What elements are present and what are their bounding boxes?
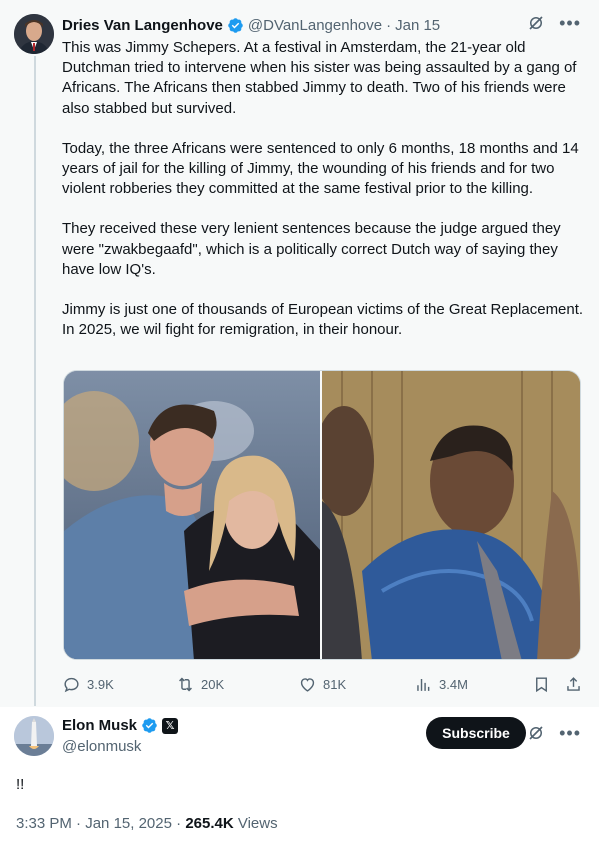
- tweet-footer: 3:33 PM · Jan 15, 2025 · 265.4K Views: [16, 815, 278, 832]
- reply-text: !!: [16, 776, 25, 793]
- reply-author-name[interactable]: Elon Musk: [62, 717, 137, 734]
- share-icon: [567, 676, 580, 691]
- views-count: 3.4M: [439, 676, 468, 692]
- author-handle[interactable]: @DVanLangenhove: [248, 17, 382, 34]
- media-photo-selfie[interactable]: [64, 371, 320, 659]
- thread-line: [34, 56, 36, 706]
- grok-icon[interactable]: [527, 724, 545, 742]
- tweet-paragraph: This was Jimmy Schepers. At a festival i…: [62, 39, 577, 117]
- tweet-paragraph: They received these very lenient sentenc…: [62, 220, 561, 278]
- bookmark-icon: [536, 676, 547, 692]
- dries-avatar[interactable]: [14, 14, 54, 54]
- repost-count: 20K: [201, 676, 225, 692]
- engagement-bar: 3.9K 20K 81K 3.4M: [62, 672, 584, 696]
- like-count: 81K: [323, 676, 347, 692]
- like-icon: [300, 677, 315, 692]
- quoted-tweet[interactable]: Dries Van Langenhove @DVanLangenhove · J…: [0, 0, 599, 707]
- reply-author-handle[interactable]: @elonmusk: [62, 738, 141, 755]
- share-button[interactable]: [564, 672, 583, 696]
- reply-count: 3.9K: [87, 676, 114, 692]
- x-affiliate-badge-icon: 𝕏: [162, 717, 179, 734]
- reply-top-actions: •••: [527, 724, 581, 742]
- tweet-media[interactable]: [63, 370, 581, 660]
- views-icon: [417, 678, 430, 691]
- elon-avatar[interactable]: [14, 716, 54, 756]
- grok-icon[interactable]: [527, 14, 545, 32]
- views-button[interactable]: 3.4M: [414, 672, 468, 696]
- bookmark-button[interactable]: [532, 672, 551, 696]
- author-name[interactable]: Dries Van Langenhove: [62, 17, 223, 34]
- repost-button[interactable]: 20K: [176, 672, 224, 696]
- more-icon[interactable]: •••: [559, 14, 581, 32]
- reply-author-header: Elon Musk 𝕏: [62, 717, 179, 734]
- repost-icon: [179, 677, 192, 691]
- like-button[interactable]: 81K: [298, 672, 346, 696]
- subscribe-button[interactable]: Subscribe: [426, 717, 526, 749]
- reply-icon: [64, 677, 79, 692]
- separator: ·: [171, 815, 186, 832]
- views-label: Views: [233, 815, 278, 832]
- tweet-paragraph: Today, the three Africans were sentenced…: [62, 139, 579, 198]
- tweet-time[interactable]: 3:33 PM: [16, 815, 72, 832]
- views-count: 265.4K: [185, 815, 234, 832]
- tweet-date[interactable]: Jan 15, 2025: [85, 815, 172, 832]
- verified-badge-icon: [142, 718, 157, 733]
- more-icon[interactable]: •••: [559, 724, 581, 742]
- verified-badge-icon: [228, 17, 243, 33]
- media-photo-courtroom-sketch[interactable]: [322, 371, 580, 659]
- tweet-body: This was Jimmy Schepers. At a festival i…: [62, 38, 584, 360]
- separator: ·: [386, 16, 392, 34]
- tweet-date[interactable]: Jan 15: [395, 17, 440, 34]
- separator: ·: [71, 815, 86, 832]
- quoted-header: Dries Van Langenhove @DVanLangenhove · J…: [62, 14, 440, 36]
- tweet-paragraph: Jimmy is just one of thousands of Europe…: [62, 301, 584, 339]
- reply-button[interactable]: 3.9K: [62, 672, 114, 696]
- quoted-top-actions: •••: [527, 14, 581, 32]
